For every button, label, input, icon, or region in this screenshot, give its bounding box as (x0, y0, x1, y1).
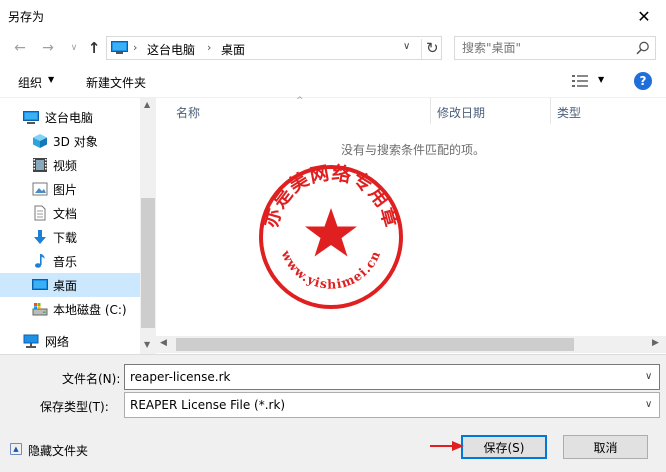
file-list[interactable]: 名称 ^ 修改日期 类型 没有与搜索条件匹配的项。 (156, 96, 666, 354)
scrollbar-thumb[interactable] (141, 198, 155, 328)
sidebar-item-label: 图片 (53, 183, 78, 197)
sort-ascending-icon: ^ (296, 96, 304, 106)
stamp-text-bottom: www.yishimei.cn (278, 247, 382, 292)
sidebar-item-label: 网络 (45, 335, 70, 349)
sidebar-item-label: 这台电脑 (45, 111, 94, 125)
save-form: 文件名(N): reaper-license.rk ∨ 保存类型(T): REA… (0, 354, 666, 472)
filename-value[interactable]: reaper-license.rk (130, 370, 231, 384)
column-header-date-modified[interactable]: 修改日期 (437, 104, 485, 130)
network-icon (23, 334, 39, 348)
sidebar-item-network[interactable]: 网络 (0, 329, 140, 353)
filename-field[interactable]: reaper-license.rk ∨ (124, 364, 660, 390)
search-icon[interactable] (635, 40, 651, 56)
search-box (454, 36, 656, 60)
filetype-label: 保存类型(T): (40, 400, 109, 414)
sidebar-item-label: 视频 (53, 159, 78, 173)
save-button-label: 保存(S) (483, 440, 525, 455)
watermark-seal: 亦是美网络专用章 www.yishimei.cn (259, 162, 403, 309)
sidebar-item-label: 3D 对象 (53, 135, 98, 149)
documents-icon (34, 205, 46, 221)
chevron-down-icon[interactable]: ∨ (645, 371, 652, 382)
drive-icon (32, 303, 48, 316)
computer-icon (111, 41, 128, 54)
sidebar-item-this-pc[interactable]: 这台电脑 (0, 105, 140, 129)
address-bar[interactable]: › 这台电脑 › 桌面 ∨ ↻ (106, 36, 442, 60)
navigation-pane: 这台电脑 3D 对象 视频 图片 文档 下载 音乐 桌面 本地磁盘 (C:) 网… (0, 98, 156, 354)
sidebar-item-documents[interactable]: 文档 (0, 201, 140, 225)
title-bar: 另存为 ✕ (0, 0, 666, 32)
computer-icon (23, 111, 39, 124)
sidebar-item-desktop[interactable]: 桌面 (0, 273, 140, 297)
scroll-left-icon[interactable]: ◀ (160, 338, 167, 348)
column-header-type[interactable]: 类型 (557, 104, 581, 130)
column-divider[interactable] (550, 98, 551, 124)
sidebar-item-pictures[interactable]: 图片 (0, 177, 140, 201)
scrollbar-thumb[interactable] (176, 338, 574, 351)
close-icon: ✕ (637, 6, 651, 26)
sidebar-item-label: 文档 (53, 207, 78, 221)
column-header-name[interactable]: 名称 (176, 104, 200, 130)
filetype-value: REAPER License File (*.rk) (130, 398, 286, 412)
save-button[interactable]: 保存(S) (461, 435, 547, 459)
chevron-up-icon: ▲ (10, 443, 22, 455)
organize-button[interactable]: 组织 (18, 74, 42, 91)
pictures-icon (32, 182, 48, 196)
sidebar-item-music[interactable]: 音乐 (0, 249, 140, 273)
up-button[interactable]: ↑ (84, 38, 104, 58)
command-bar: 组织 ▼ 新建文件夹 ▼ ? (0, 64, 666, 98)
cancel-button[interactable]: 取消 (563, 435, 648, 459)
arrow-left-icon: ← (14, 40, 26, 56)
chevron-down-icon[interactable]: ∨ (645, 399, 652, 410)
sidebar-item-downloads[interactable]: 下载 (0, 225, 140, 249)
sidebar-item-label: 下载 (53, 231, 78, 245)
breadcrumb-desktop[interactable]: 桌面 (221, 41, 245, 58)
search-input[interactable] (455, 37, 635, 59)
svg-text:www.yishimei.cn: www.yishimei.cn (278, 247, 383, 292)
scroll-up-icon[interactable]: ▲ (144, 100, 150, 109)
new-folder-button[interactable]: 新建文件夹 (86, 74, 146, 91)
sidebar-item-local-disk[interactable]: 本地磁盘 (C:) (0, 297, 140, 321)
arrow-up-icon: ↑ (87, 39, 101, 57)
filetype-select[interactable]: REAPER License File (*.rk) ∨ (124, 392, 660, 418)
chevron-right-icon: › (133, 41, 138, 54)
hide-folders-label: 隐藏文件夹 (28, 444, 89, 458)
desktop-icon (32, 279, 48, 290)
star-icon (305, 208, 357, 257)
scroll-right-icon[interactable]: ▶ (652, 338, 659, 348)
sidebar-item-label: 桌面 (53, 279, 78, 293)
downloads-icon (34, 230, 46, 244)
horizontal-scrollbar[interactable]: ◀ ▶ (156, 336, 666, 353)
sidebar-item-videos[interactable]: 视频 (0, 153, 140, 177)
view-options-icon[interactable] (571, 73, 589, 89)
scroll-down-icon[interactable]: ▼ (144, 340, 150, 349)
caret-down-icon: ▼ (48, 75, 55, 84)
chevron-down-icon[interactable]: ∨ (403, 41, 410, 52)
sidebar-item-3d-objects[interactable]: 3D 对象 (0, 129, 140, 153)
back-button[interactable]: ← (10, 38, 30, 58)
window-title: 另存为 (8, 10, 45, 24)
refresh-icon[interactable]: ↻ (421, 39, 439, 59)
video-icon (33, 158, 47, 172)
arrow-right-icon: → (42, 40, 54, 56)
filename-label: 文件名(N): (62, 372, 121, 386)
forward-button[interactable]: → (38, 38, 58, 58)
cancel-button-label: 取消 (593, 440, 618, 455)
music-icon (35, 254, 45, 268)
navigation-bar: ← → ∨ ↑ › 这台电脑 › 桌面 ∨ ↻ (0, 32, 666, 64)
chevron-down-icon: ∨ (70, 43, 78, 53)
annotation-arrow-icon (430, 441, 464, 451)
column-divider[interactable] (430, 98, 431, 124)
sidebar-item-label: 音乐 (53, 255, 78, 269)
close-button[interactable]: ✕ (622, 0, 666, 32)
hide-folders-button[interactable]: ▲ 隐藏文件夹 (6, 437, 96, 461)
3d-objects-icon (33, 134, 47, 148)
sidebar-item-label: 本地磁盘 (C:) (53, 303, 127, 317)
sidebar-scrollbar[interactable]: ▲ ▼ (140, 98, 156, 354)
empty-results-message: 没有与搜索条件匹配的项。 (341, 143, 486, 157)
chevron-right-icon: › (207, 41, 212, 54)
caret-down-icon[interactable]: ▼ (598, 75, 604, 84)
help-icon[interactable]: ? (634, 72, 652, 90)
breadcrumb-this-pc[interactable]: 这台电脑 (147, 41, 195, 58)
recent-locations-button[interactable]: ∨ (64, 38, 84, 58)
